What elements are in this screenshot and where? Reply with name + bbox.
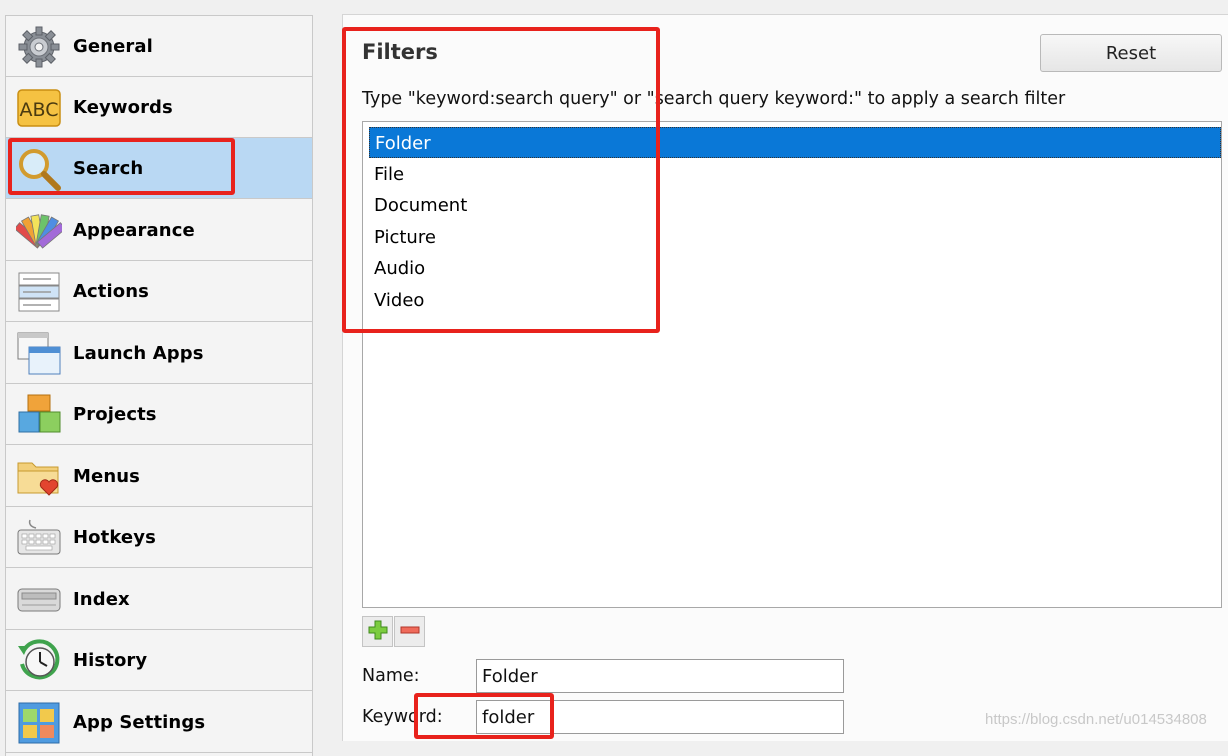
name-label: Name: — [362, 666, 420, 686]
sidebar-item-label: Appearance — [73, 220, 195, 241]
sidebar-item-label: Actions — [73, 281, 149, 302]
list-item[interactable]: Audio — [369, 253, 1221, 284]
sidebar-item-actions[interactable]: Actions — [6, 261, 312, 322]
sidebar-item-keywords[interactable]: ABC Keywords — [6, 77, 312, 138]
sidebar-item-app-settings[interactable]: App Settings — [6, 692, 312, 753]
clock-icon — [16, 638, 62, 684]
folder-heart-icon — [16, 454, 62, 500]
sidebar-item-launch-apps[interactable]: Launch Apps — [6, 323, 312, 384]
sidebar-item-label: Index — [73, 589, 130, 610]
sidebar-item-label: Keywords — [73, 97, 173, 118]
actions-list-icon — [16, 269, 62, 315]
plus-icon — [368, 620, 388, 644]
drive-icon — [16, 577, 62, 623]
svg-text:ABC: ABC — [20, 99, 59, 121]
windows-icon — [16, 331, 62, 377]
reset-button[interactable]: Reset — [1040, 34, 1222, 72]
abc-icon: ABC — [16, 85, 62, 131]
list-item[interactable]: Document — [369, 190, 1221, 221]
keyboard-icon — [16, 515, 62, 561]
sidebar-item-menus[interactable]: Menus — [6, 446, 312, 507]
sidebar-item-label: History — [73, 650, 148, 671]
list-item[interactable]: Folder — [369, 127, 1221, 158]
sidebar-item-label: Search — [73, 158, 144, 179]
sidebar-item-label: General — [73, 36, 153, 57]
magnifier-icon — [16, 146, 62, 192]
list-item[interactable]: File — [369, 159, 1221, 190]
sidebar-item-label: App Settings — [73, 712, 206, 733]
add-filter-button[interactable] — [362, 616, 393, 647]
sidebar-item-index[interactable]: Index — [6, 569, 312, 630]
remove-filter-button[interactable] — [394, 616, 425, 647]
filter-hint-text: Type "keyword:search query" or "search q… — [362, 89, 1066, 109]
sidebar: General ABC Keywords Search Appearance A… — [5, 15, 313, 756]
sidebar-item-hotkeys[interactable]: Hotkeys — [6, 507, 312, 568]
page-title: Filters — [362, 40, 438, 64]
sidebar-item-label: Launch Apps — [73, 343, 204, 364]
sidebar-item-search[interactable]: Search — [6, 138, 312, 199]
palette-icon — [16, 208, 62, 254]
gear-icon — [16, 24, 62, 70]
watermark: https://blog.csdn.net/u014534808 — [985, 711, 1207, 728]
sidebar-item-label: Menus — [73, 466, 140, 487]
minus-icon — [400, 620, 420, 644]
app-settings-icon — [16, 700, 62, 746]
filter-list[interactable]: Folder File Document Picture Audio Video — [362, 121, 1222, 608]
list-item[interactable]: Picture — [369, 222, 1221, 253]
name-field[interactable] — [476, 659, 844, 693]
keyword-field[interactable] — [476, 700, 844, 734]
list-item[interactable]: Video — [369, 285, 1221, 316]
sidebar-item-label: Projects — [73, 404, 157, 425]
keyword-label: Keyword: — [362, 707, 443, 727]
sidebar-item-label: Hotkeys — [73, 527, 156, 548]
blocks-icon — [16, 392, 62, 438]
sidebar-item-appearance[interactable]: Appearance — [6, 200, 312, 261]
sidebar-item-general[interactable]: General — [6, 16, 312, 77]
sidebar-item-projects[interactable]: Projects — [6, 384, 312, 445]
sidebar-item-history[interactable]: History — [6, 630, 312, 691]
